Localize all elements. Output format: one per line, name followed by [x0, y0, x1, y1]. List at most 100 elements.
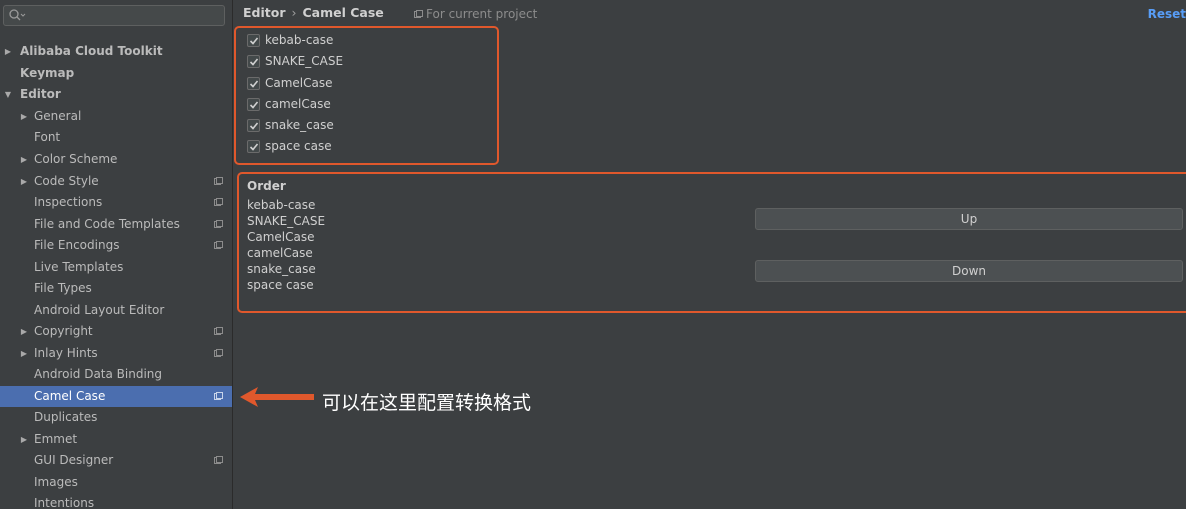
checkmark-icon — [249, 101, 259, 109]
checkmark-icon — [249, 37, 259, 45]
breadcrumb-current: Camel Case — [302, 5, 384, 20]
order-title: Order — [247, 179, 286, 193]
sidebar-item-color-scheme[interactable]: ▶ Color Scheme — [0, 149, 232, 170]
expand-arrow-icon[interactable]: ▶ — [19, 321, 29, 342]
expand-arrow-icon[interactable]: ▶ — [19, 343, 29, 364]
order-list-item[interactable]: CamelCase — [247, 230, 315, 244]
annotation-arrow-icon — [240, 387, 314, 407]
checkbox[interactable] — [247, 140, 260, 153]
sidebar-item-label: File Types — [34, 281, 92, 295]
sidebar-item-label: Copyright — [34, 324, 93, 338]
project-scope-icon — [214, 241, 223, 249]
project-scope-icon — [214, 349, 223, 357]
sidebar-item-label: Code Style — [34, 174, 99, 188]
search-input[interactable] — [3, 5, 225, 26]
sidebar-item-label: Keymap — [20, 66, 75, 80]
sidebar-item-file-encodings[interactable]: File Encodings — [0, 235, 232, 256]
sidebar-item-inspections[interactable]: Inspections — [0, 192, 232, 213]
sidebar-item-camel-case[interactable]: Camel Case — [0, 386, 232, 407]
sidebar-item-intentions[interactable]: Intentions — [0, 493, 232, 509]
reset-link[interactable]: Reset — [1148, 7, 1186, 21]
collapse-arrow-icon[interactable]: ▼ — [3, 84, 13, 105]
project-scope-icon — [214, 456, 223, 464]
sidebar-item-label: Intentions — [34, 496, 95, 509]
checkmark-icon — [249, 58, 259, 66]
checkbox[interactable] — [247, 119, 260, 132]
expand-arrow-icon[interactable]: ▶ — [19, 149, 29, 170]
expand-arrow-icon[interactable]: ▶ — [3, 41, 13, 62]
sidebar-item-android-layout-editor[interactable]: Android Layout Editor — [0, 300, 232, 321]
sidebar-item-label: Android Layout Editor — [34, 303, 165, 317]
sidebar-item-label: Inspections — [34, 195, 103, 209]
down-button[interactable]: Down — [755, 260, 1183, 282]
sidebar-item-inlay-hints[interactable]: ▶ Inlay Hints — [0, 343, 232, 364]
sidebar-item-alibaba-cloud-toolkit[interactable]: ▶ Alibaba Cloud Toolkit — [0, 41, 232, 62]
checkbox-label: SNAKE_CASE — [265, 54, 344, 68]
sidebar-item-emmet[interactable]: ▶ Emmet — [0, 429, 232, 450]
checkbox[interactable] — [247, 55, 260, 68]
annotation-text: 可以在这里配置转换格式 — [322, 392, 532, 414]
sidebar-item-general[interactable]: ▶ General — [0, 106, 232, 127]
project-scope-icon — [214, 327, 223, 335]
sidebar-item-live-templates[interactable]: Live Templates — [0, 257, 232, 278]
project-scope-icon — [214, 220, 223, 228]
checkbox-label: kebab-case — [265, 33, 334, 47]
sidebar-item-label: Duplicates — [34, 410, 98, 424]
sidebar-item-code-style[interactable]: ▶ Code Style — [0, 171, 232, 192]
sidebar-item-label: File Encodings — [34, 238, 120, 252]
order-list-item[interactable]: kebab-case — [247, 198, 315, 212]
checkmark-icon — [249, 122, 259, 130]
sidebar-item-font[interactable]: Font — [0, 127, 232, 148]
order-list-item[interactable]: snake_case — [247, 262, 316, 276]
sidebar-item-label: Color Scheme — [34, 152, 118, 166]
sidebar-item-label: Inlay Hints — [34, 346, 98, 360]
up-button[interactable]: Up — [755, 208, 1183, 230]
checkbox[interactable] — [247, 77, 260, 90]
sidebar-item-label: Images — [34, 475, 78, 489]
sidebar-item-android-data-binding[interactable]: Android Data Binding — [0, 364, 232, 385]
case-options-highlight: kebab-case SNAKE_CASE CamelCase camelCas… — [234, 26, 499, 165]
checkbox-label: CamelCase — [265, 76, 333, 90]
expand-arrow-icon[interactable]: ▶ — [19, 429, 29, 450]
sidebar-item-label: Android Data Binding — [34, 367, 163, 381]
checkmark-icon — [249, 80, 259, 88]
search-icon — [9, 9, 26, 21]
sidebar-item-copyright[interactable]: ▶ Copyright — [0, 321, 232, 342]
order-list-item[interactable]: space case — [247, 278, 314, 292]
sidebar-item-label: Camel Case — [34, 389, 106, 403]
sidebar-item-label: Editor — [20, 87, 61, 101]
sidebar-item-file-types[interactable]: File Types — [0, 278, 232, 299]
sidebar-item-file-and-code-templates[interactable]: File and Code Templates — [0, 214, 232, 235]
sidebar-item-editor[interactable]: ▼ Editor — [0, 84, 232, 105]
sidebar-item-label: Alibaba Cloud Toolkit — [20, 44, 163, 58]
sidebar-item-label: General — [34, 109, 82, 123]
order-panel-highlight: Order kebab-case SNAKE_CASE CamelCase ca… — [237, 172, 1186, 313]
expand-arrow-icon[interactable]: ▶ — [19, 171, 29, 192]
order-list-item[interactable]: camelCase — [247, 246, 313, 260]
sidebar-item-keymap[interactable]: Keymap — [0, 63, 232, 84]
order-list-item[interactable]: SNAKE_CASE — [247, 214, 325, 228]
breadcrumb-separator: › — [291, 5, 297, 20]
scope-text: For current project — [426, 7, 538, 21]
settings-panel: Editor › Camel Case For current project Re… — [234, 0, 1186, 509]
project-scope-icon — [214, 392, 223, 400]
sidebar-item-images[interactable]: Images — [0, 472, 232, 493]
project-scope-label: For current project — [414, 7, 537, 21]
project-scope-icon — [414, 10, 423, 18]
checkbox-label: space case — [265, 139, 332, 153]
checkmark-icon — [249, 143, 259, 151]
sidebar-item-duplicates[interactable]: Duplicates — [0, 407, 232, 428]
breadcrumb: Editor › Camel Case — [243, 5, 384, 20]
checkbox-label: camelCase — [265, 97, 331, 111]
breadcrumb-parent[interactable]: Editor — [243, 5, 286, 20]
project-scope-icon — [214, 198, 223, 206]
checkbox[interactable] — [247, 34, 260, 47]
checkbox[interactable] — [247, 98, 260, 111]
sidebar-item-gui-designer[interactable]: GUI Designer — [0, 450, 232, 471]
sidebar-item-label: Emmet — [34, 432, 78, 446]
sidebar-item-label: GUI Designer — [34, 453, 114, 467]
sidebar-item-label: File and Code Templates — [34, 217, 180, 231]
project-scope-icon — [214, 177, 223, 185]
expand-arrow-icon[interactable]: ▶ — [19, 106, 29, 127]
sidebar-item-label: Font — [34, 130, 61, 144]
